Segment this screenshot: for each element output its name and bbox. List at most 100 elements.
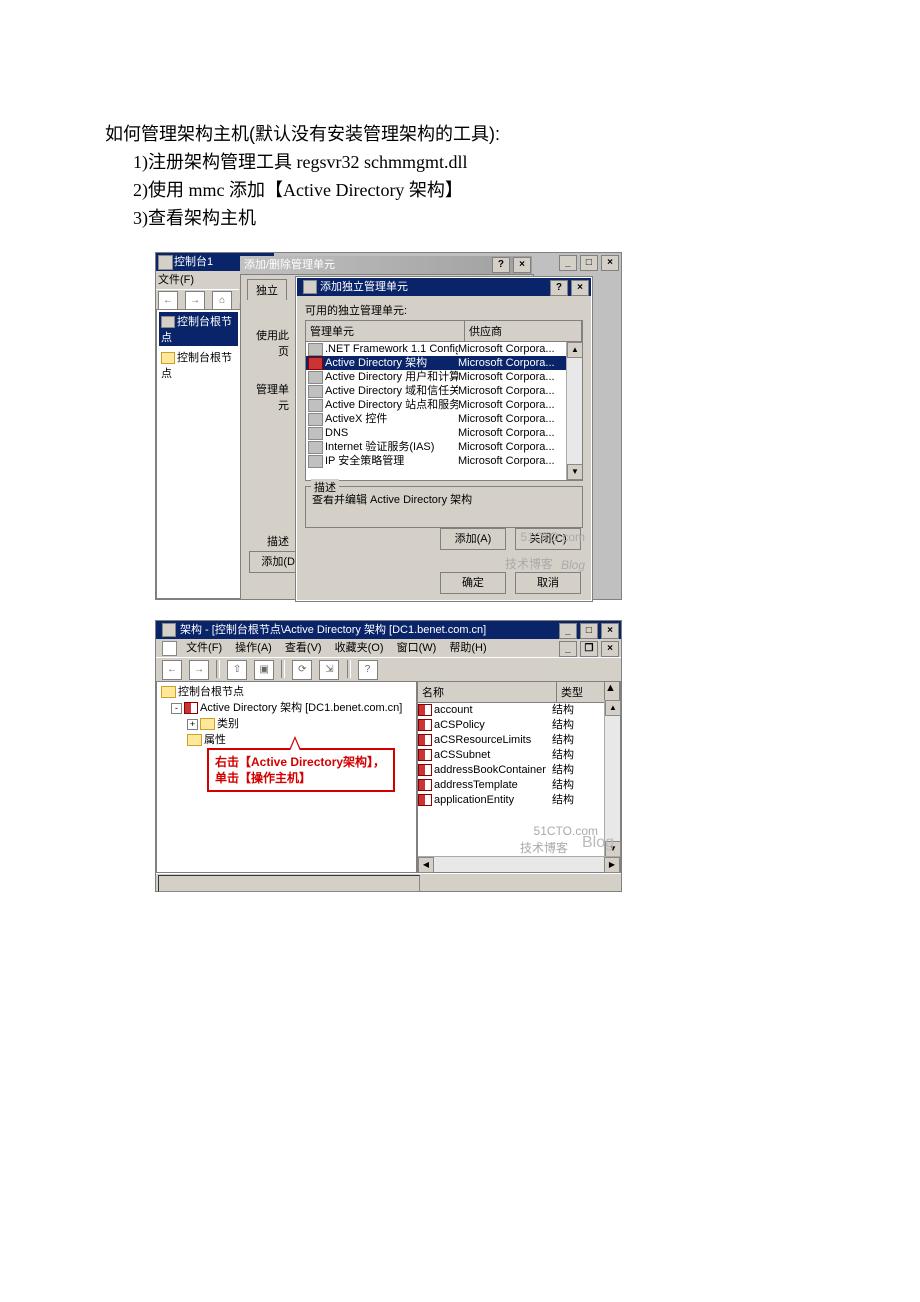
- snapin-icon: [308, 357, 323, 370]
- export-icon[interactable]: ⇲: [319, 660, 339, 680]
- back-icon[interactable]: ←: [158, 291, 178, 311]
- ok-button[interactable]: 确定: [440, 572, 506, 594]
- help-button[interactable]: ?: [492, 257, 510, 273]
- cancel-button[interactable]: 取消: [515, 572, 581, 594]
- list-item[interactable]: ActiveX 控件Microsoft Corpora...: [306, 412, 582, 426]
- mmc-tree: 控制台根节点 控制台根节点: [156, 309, 241, 599]
- back-icon[interactable]: ←: [162, 660, 182, 680]
- dialog-buttons-row2: 确定 取消: [434, 572, 581, 594]
- class-icon: [418, 749, 432, 761]
- menu-window[interactable]: 窗口(W): [397, 642, 437, 654]
- max-button[interactable]: □: [580, 623, 598, 639]
- help-button[interactable]: ?: [550, 280, 568, 296]
- list-item[interactable]: DNSMicrosoft Corpora...: [306, 426, 582, 440]
- class-icon: [418, 734, 432, 746]
- min-button[interactable]: _: [559, 623, 577, 639]
- tree-root[interactable]: 控制台根节点: [159, 684, 414, 700]
- menu-fav[interactable]: 收藏夹(O): [335, 642, 384, 654]
- watermark: 技术博客: [520, 839, 568, 856]
- list-header: 名称 类型 ▲: [418, 682, 620, 703]
- list-item[interactable]: IP 安全策略管理Microsoft Corpora...: [306, 454, 582, 468]
- list-item[interactable]: account结构: [418, 703, 620, 718]
- schema-tree: 控制台根节点 -Active Directory 架构 [DC1.benet.c…: [156, 681, 417, 873]
- list-icon[interactable]: ▣: [254, 660, 274, 680]
- col-name[interactable]: 管理单元: [306, 321, 465, 341]
- child-close-button[interactable]: ×: [601, 641, 619, 657]
- tree-attributes[interactable]: 属性: [159, 732, 414, 748]
- snapin-icon: [308, 413, 323, 426]
- expand-icon[interactable]: +: [187, 719, 198, 730]
- list-item-selected[interactable]: Active Directory 架构Microsoft Corpora...: [306, 356, 582, 370]
- tree-classes[interactable]: +类别: [159, 716, 414, 732]
- fwd-icon[interactable]: →: [185, 291, 205, 311]
- schema-menubar: 文件(F) 操作(A) 查看(V) 收藏夹(O) 窗口(W) 帮助(H): [156, 639, 621, 657]
- class-icon: [418, 719, 432, 731]
- help-icon[interactable]: ?: [358, 660, 378, 680]
- up-icon[interactable]: ⇧: [227, 660, 247, 680]
- close-button[interactable]: ×: [513, 257, 531, 273]
- snapin-icon: [308, 399, 323, 412]
- scroll-up-icon[interactable]: ▲: [605, 682, 620, 702]
- folder-icon: [200, 718, 215, 730]
- label-description: 描述: [247, 533, 289, 549]
- menu-view[interactable]: 查看(V): [285, 642, 322, 654]
- snapin-list[interactable]: .NET Framework 1.1 Configu...Microsoft C…: [305, 342, 583, 481]
- max-button[interactable]: □: [580, 255, 598, 271]
- schema-list: 名称 类型 ▲ account结构 aCSPolicy结构 aCSResourc…: [417, 681, 621, 873]
- folder-icon: [161, 352, 175, 364]
- menu-file[interactable]: 文件(F): [158, 271, 194, 287]
- list-item[interactable]: aCSPolicy结构: [418, 718, 620, 733]
- min-button[interactable]: _: [559, 255, 577, 271]
- horizontal-scrollbar[interactable]: [418, 856, 620, 872]
- menu-help[interactable]: 帮助(H): [449, 642, 486, 654]
- folder-icon: [187, 734, 202, 746]
- list-item[interactable]: aCSResourceLimits结构: [418, 733, 620, 748]
- child-restore-button[interactable]: ❐: [580, 641, 598, 657]
- close-button[interactable]: ×: [571, 280, 589, 296]
- col-name[interactable]: 名称: [418, 682, 557, 702]
- schema-icon: [184, 702, 198, 714]
- list-item[interactable]: Active Directory 站点和服务Microsoft Corpora.…: [306, 398, 582, 412]
- label-snapin: 管理单元: [247, 381, 289, 413]
- list-item[interactable]: addressBookContainer结构: [418, 763, 620, 778]
- tree-root[interactable]: 控制台根节点: [159, 348, 238, 382]
- add-snapin-dialog: 添加独立管理单元 ? × 可用的独立管理单元: 管理单元 供应商 .NET Fr…: [296, 277, 592, 601]
- class-icon: [418, 794, 432, 806]
- collapse-icon[interactable]: -: [171, 703, 182, 714]
- watermark: Blog: [582, 834, 614, 852]
- class-icon: [418, 764, 432, 776]
- list-item[interactable]: aCSSubnet结构: [418, 748, 620, 763]
- tree-schema-node[interactable]: -Active Directory 架构 [DC1.benet.com.cn]: [159, 700, 414, 716]
- close-button[interactable]: ×: [601, 255, 619, 271]
- folder-icon: [161, 686, 176, 698]
- up-icon[interactable]: ⌂: [212, 291, 232, 311]
- vertical-scrollbar[interactable]: [566, 342, 582, 480]
- fwd-icon[interactable]: →: [189, 660, 209, 680]
- col-type[interactable]: 类型: [557, 682, 605, 702]
- list-item[interactable]: Internet 验证服务(IAS)Microsoft Corpora...: [306, 440, 582, 454]
- status-bar: [156, 873, 621, 891]
- list-item[interactable]: addressTemplate结构: [418, 778, 620, 793]
- menu-file[interactable]: 文件(F): [186, 642, 222, 654]
- tree-root-selected[interactable]: 控制台根节点: [159, 312, 238, 346]
- schema-toolbar: ← → ⇧ ▣ ⟳ ⇲ ?: [156, 657, 621, 682]
- list-item[interactable]: Active Directory 域和信任关系Microsoft Corpora…: [306, 384, 582, 398]
- window-buttons: _ □ ×: [559, 255, 619, 271]
- child-min-button[interactable]: _: [559, 641, 577, 657]
- schema-title: 架构 - [控制台根节点\Active Directory 架构 [DC1.be…: [156, 621, 621, 639]
- close-button[interactable]: ×: [601, 623, 619, 639]
- snapin-icon: [308, 385, 323, 398]
- col-vendor[interactable]: 供应商: [465, 321, 582, 341]
- list-item[interactable]: Active Directory 用户和计算机Microsoft Corpora…: [306, 370, 582, 384]
- watermark: 51CTO.com: [521, 530, 585, 544]
- class-icon: [418, 704, 432, 716]
- list-item[interactable]: .NET Framework 1.1 Configu...Microsoft C…: [306, 342, 582, 356]
- mmc-window: 控制台1 _ □ × 文件(F) 操作(A) ← → ⌂ ▣ 控制台根节点 控制…: [155, 252, 622, 600]
- list-item[interactable]: applicationEntity结构: [418, 793, 620, 808]
- tab-standalone[interactable]: 独立: [247, 279, 287, 300]
- refresh-icon[interactable]: ⟳: [292, 660, 312, 680]
- label-use-this-page: 使用此页: [247, 327, 289, 359]
- add-button[interactable]: 添加(A): [440, 528, 506, 550]
- menu-action[interactable]: 操作(A): [235, 642, 272, 654]
- list-header: 管理单元 供应商: [305, 320, 583, 342]
